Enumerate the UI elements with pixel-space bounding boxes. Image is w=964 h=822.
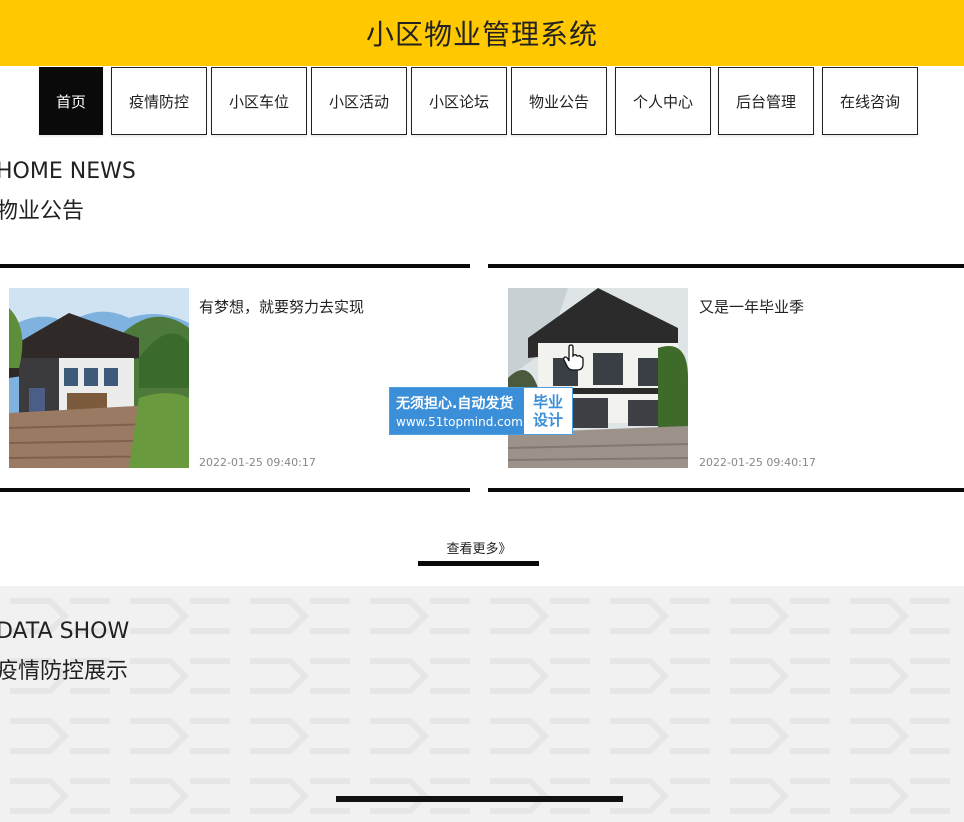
watermark-badge: 无须担心.自动发货 www.51topmind.com 毕业 设计 [389, 387, 573, 435]
site-header: 小区物业管理系统 [0, 0, 964, 66]
hand-cursor-icon [563, 344, 584, 371]
watermark-right1: 毕业 [532, 393, 563, 411]
nav-item-consult[interactable]: 在线咨询 [822, 67, 918, 135]
nav-item-profile[interactable]: 个人中心 [615, 67, 711, 135]
nav-item-epidemic[interactable]: 疫情防控 [111, 67, 207, 135]
watermark-line2: www.51topmind.com [396, 415, 523, 429]
news-card-image[interactable] [508, 288, 688, 468]
nav-item-forum[interactable]: 小区论坛 [411, 67, 507, 135]
news-heading-en: HOME NEWS [0, 159, 136, 184]
nav-item-parking[interactable]: 小区车位 [211, 67, 307, 135]
news-card-time: 2022-01-25 09:40:17 [199, 456, 316, 469]
watermark-right2: 设计 [532, 411, 563, 429]
view-more-link[interactable]: 查看更多》 [419, 538, 539, 557]
news-heading-cn: 物业公告 [0, 199, 85, 224]
news-card[interactable]: 有梦想，就要努力去实现 2022-01-25 09:40:17 [0, 264, 470, 492]
data-show-heading-cn: 疫情防控展示 [0, 659, 129, 684]
news-card-title[interactable]: 有梦想，就要努力去实现 [199, 296, 364, 317]
data-show-section: DATA SHOW 疫情防控展示 [0, 586, 964, 822]
data-show-divider [336, 796, 623, 802]
news-card-title[interactable]: 又是一年毕业季 [699, 296, 804, 317]
background-pattern [0, 586, 964, 822]
watermark-line1: 无须担心.自动发货 [396, 396, 514, 412]
nav-item-notices[interactable]: 物业公告 [511, 67, 607, 135]
nav-item-activities[interactable]: 小区活动 [311, 67, 407, 135]
house-photo-1 [9, 288, 189, 468]
data-show-heading-en: DATA SHOW [0, 619, 130, 644]
news-card[interactable]: 又是一年毕业季 2022-01-25 09:40:17 [488, 264, 964, 492]
news-card-image[interactable] [9, 288, 189, 468]
nav-item-admin[interactable]: 后台管理 [718, 67, 814, 135]
nav-item-home[interactable]: 首页 [39, 67, 103, 135]
house-photo-2 [508, 288, 688, 468]
news-card-time: 2022-01-25 09:40:17 [699, 456, 816, 469]
main-nav: 首页 疫情防控 小区车位 小区活动 小区论坛 物业公告 个人中心 后台管理 在线… [0, 66, 964, 140]
site-title: 小区物业管理系统 [365, 18, 598, 51]
view-more-underline [418, 561, 539, 566]
